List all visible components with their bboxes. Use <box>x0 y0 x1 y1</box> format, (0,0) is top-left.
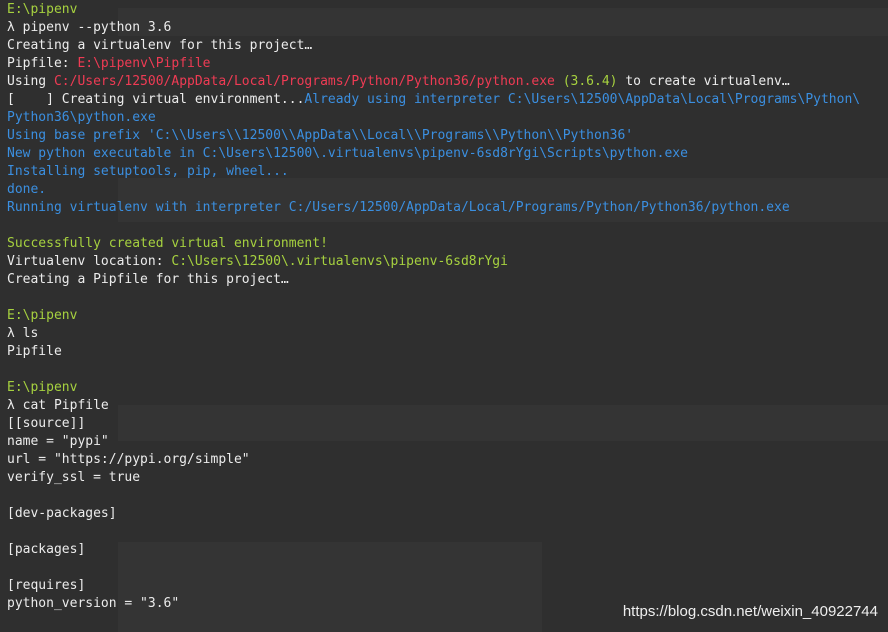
terminal-text-segment: [packages] <box>7 542 86 557</box>
terminal-text-segment: Python36\python.exe <box>7 110 156 125</box>
terminal-line: E:\pipenv <box>7 1 888 19</box>
terminal-line: E:\pipenv <box>7 307 888 325</box>
terminal-line: Pipfile: E:\pipenv\Pipfile <box>7 55 888 73</box>
terminal-line: name = "pypi" <box>7 433 888 451</box>
terminal-text-segment: Using base prefix 'C:\\Users\\12500\\App… <box>7 128 634 143</box>
terminal-text-segment: Already using interpreter C:\Users\12500… <box>304 92 861 107</box>
terminal-line: Python36\python.exe <box>7 109 888 127</box>
terminal-line: λ ls <box>7 325 888 343</box>
terminal-line: done. <box>7 181 888 199</box>
terminal-line: Creating a Pipfile for this project… <box>7 271 888 289</box>
terminal-text-segment: [[source]] <box>7 416 86 431</box>
terminal-line: Installing setuptools, pip, wheel... <box>7 163 888 181</box>
terminal-text-segment: λ ls <box>7 326 39 341</box>
terminal-text-segment: E:\pipenv <box>7 380 78 395</box>
terminal-output[interactable]: E:\pipenv λ pipenv --python 3.6 Creating a… <box>0 0 888 632</box>
terminal-text-segment: λ cat Pipfile <box>7 398 109 413</box>
terminal-line: E:\pipenv <box>7 379 888 397</box>
terminal-text-segment: Using <box>7 74 54 89</box>
terminal-text-segment: done. <box>7 182 47 197</box>
terminal-line: Creating a virtualenv for this project… <box>7 37 888 55</box>
terminal-text-segment: C:/Users/12500/AppData/Local/Programs/Py… <box>53 74 555 89</box>
terminal-text-segment: New python executable in C:\Users\12500\… <box>7 146 688 161</box>
terminal-line: λ cat Pipfile <box>7 397 888 415</box>
terminal-text-segment: Pipfile: <box>7 56 78 71</box>
terminal-line: [dev-packages] <box>7 505 888 523</box>
terminal-text-segment: verify_ssl = true <box>7 470 141 485</box>
terminal-text-segment: [dev-packages] <box>7 506 117 521</box>
terminal-text-segment: [ ] Creating virtual environment... <box>7 92 305 107</box>
terminal-text-segment: λ pipenv --python 3.6 <box>7 20 172 35</box>
terminal-text-segment: Installing setuptools, pip, wheel... <box>7 164 289 179</box>
terminal-line: Using base prefix 'C:\\Users\\12500\\App… <box>7 127 888 145</box>
terminal-text-segment: [requires] <box>7 578 86 593</box>
terminal-text-segment: Virtualenv location: <box>7 254 172 269</box>
terminal-line: λ pipenv --python 3.6 <box>7 19 888 37</box>
terminal-text-segment: C:\Users\12500\.virtualenvs\pipenv-6sd8r… <box>171 254 508 269</box>
terminal-text-segment: python_version = "3.6" <box>7 596 180 611</box>
terminal-line: Using C:/Users/12500/AppData/Local/Progr… <box>7 73 888 91</box>
terminal-text-segment: (3.6.4) <box>554 74 618 89</box>
terminal-line: Pipfile <box>7 343 888 361</box>
terminal-text-segment: url = "https://pypi.org/simple" <box>7 452 250 467</box>
terminal-text-segment: Successfully created virtual environment… <box>7 236 328 251</box>
terminal-line: New python executable in C:\Users\12500\… <box>7 145 888 163</box>
terminal-line: verify_ssl = true <box>7 469 888 487</box>
terminal-line: Running virtualenv with interpreter C:/U… <box>7 199 888 217</box>
terminal-line: [[source]] <box>7 415 888 433</box>
terminal-text-segment: Pipfile <box>7 344 62 359</box>
terminal-text-segment: Creating a Pipfile for this project… <box>7 272 289 287</box>
terminal-line: Successfully created virtual environment… <box>7 235 888 253</box>
terminal-line: [requires] <box>7 577 888 595</box>
terminal-line: [ ] Creating virtual environment...Alrea… <box>7 91 888 109</box>
terminal-text-segment: E:\pipenv <box>7 2 78 17</box>
terminal-line: Virtualenv location: C:\Users\12500\.vir… <box>7 253 888 271</box>
terminal-text-segment: Running virtualenv with interpreter C:/U… <box>7 200 790 215</box>
terminal-text-segment: Creating a virtualenv for this project… <box>7 38 313 53</box>
terminal-text-segment: E:\pipenv <box>7 308 78 323</box>
watermark-url: https://blog.csdn.net/weixin_40922744 <box>622 603 878 620</box>
terminal-text-segment: E:\pipenv\Pipfile <box>77 56 211 71</box>
terminal-text-segment: name = "pypi" <box>7 434 109 449</box>
terminal-line: [packages] <box>7 541 888 559</box>
terminal-text-segment: to create virtualenv… <box>617 74 790 89</box>
terminal-line: url = "https://pypi.org/simple" <box>7 451 888 469</box>
